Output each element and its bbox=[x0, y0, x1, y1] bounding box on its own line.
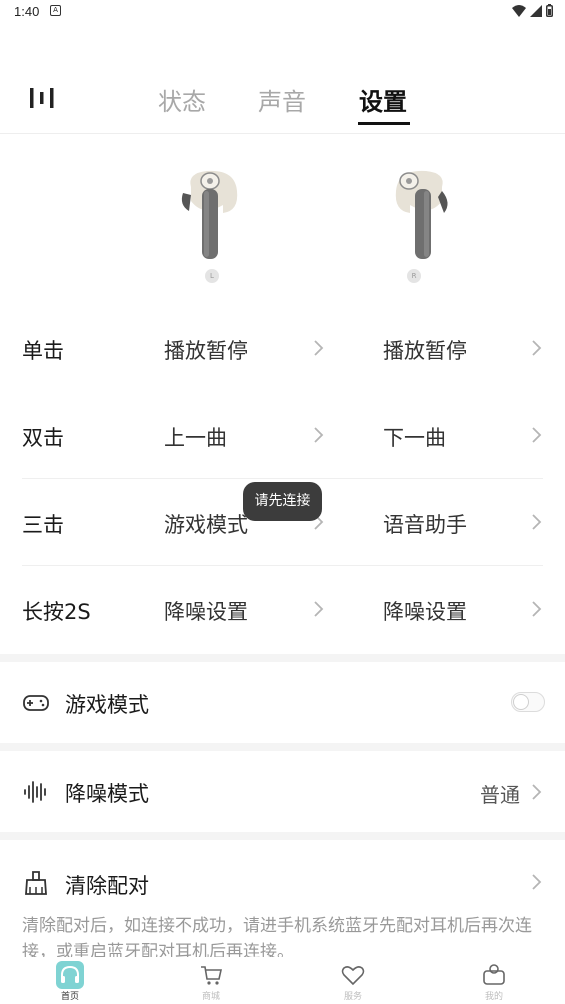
gesture-row-single-tap: 单击 播放暂停 播放暂停 bbox=[0, 305, 565, 392]
chevron-right-icon[interactable] bbox=[312, 339, 324, 357]
right-action-select[interactable]: 语音助手 bbox=[383, 509, 467, 539]
gesture-label: 长按2S bbox=[22, 600, 91, 624]
chevron-right-icon[interactable] bbox=[530, 783, 542, 801]
gesture-row-long-press: 长按2S 降噪设置 降噪设置 bbox=[0, 566, 565, 653]
right-action-select[interactable]: 下一曲 bbox=[383, 422, 446, 452]
profile-icon bbox=[483, 964, 505, 985]
status-time: 1:40 bbox=[14, 4, 40, 19]
nav-label: 商城 bbox=[201, 992, 220, 1002]
cart-icon bbox=[201, 966, 222, 985]
game-mode-label: 游戏模式 bbox=[65, 693, 149, 717]
tab-settings[interactable]: 设置 bbox=[359, 82, 407, 117]
nav-label: 首页 bbox=[60, 992, 79, 1002]
chevron-right-icon[interactable] bbox=[530, 339, 542, 357]
status-bar: 1:40 A bbox=[0, 0, 565, 24]
nav-label: 服务 bbox=[343, 992, 362, 1002]
bottom-navigation: 首页 商城 服务 我的 bbox=[0, 957, 565, 1004]
nav-profile[interactable]: 我的 bbox=[454, 957, 534, 1004]
chevron-right-icon[interactable] bbox=[530, 873, 542, 891]
nav-home[interactable]: 首页 bbox=[30, 957, 110, 1004]
active-tab-indicator bbox=[358, 122, 410, 125]
section-separator bbox=[0, 743, 565, 751]
tab-sound[interactable]: 声音 bbox=[258, 82, 306, 117]
left-action-select[interactable]: 上一曲 bbox=[164, 422, 227, 452]
left-action-select[interactable]: 降噪设置 bbox=[164, 596, 248, 626]
left-action-select[interactable]: 播放暂停 bbox=[164, 335, 248, 365]
nav-shop[interactable]: 商城 bbox=[171, 957, 251, 1004]
anc-mode-value[interactable]: 普通 bbox=[480, 779, 520, 808]
clear-pairing-description: 清除配对后，如连接不成功，请进手机系统蓝牙先配对耳机后再次连接，或重启蓝牙配对耳… bbox=[22, 916, 532, 959]
battery-icon bbox=[546, 4, 553, 17]
left-earbud-image bbox=[181, 170, 238, 259]
right-action-select[interactable]: 降噪设置 bbox=[383, 596, 467, 626]
toast-message: 请先连接 bbox=[243, 482, 322, 521]
notification-icon: A bbox=[50, 5, 61, 16]
broom-icon bbox=[25, 871, 47, 895]
anc-mode-label: 降噪模式 bbox=[65, 782, 149, 806]
chevron-right-icon[interactable] bbox=[530, 513, 542, 531]
chevron-right-icon[interactable] bbox=[530, 426, 542, 444]
right-action-select[interactable]: 播放暂停 bbox=[383, 335, 467, 365]
gesture-row-double-tap: 双击 上一曲 下一曲 bbox=[0, 392, 565, 479]
tab-status[interactable]: 状态 bbox=[158, 82, 206, 117]
chevron-right-icon[interactable] bbox=[312, 426, 324, 444]
gesture-label: 三击 bbox=[22, 513, 64, 537]
clear-pairing-label: 清除配对 bbox=[65, 874, 149, 898]
heart-icon bbox=[341, 966, 365, 986]
anc-mode-row[interactable]: 降噪模式 普通 bbox=[0, 751, 565, 832]
section-separator bbox=[0, 832, 565, 840]
gesture-label: 双击 bbox=[22, 426, 64, 450]
gesture-label: 单击 bbox=[22, 339, 64, 363]
clear-pairing-row[interactable]: 清除配对 bbox=[0, 840, 565, 913]
gamepad-icon bbox=[23, 695, 49, 711]
signal-icon bbox=[530, 4, 542, 17]
nav-service[interactable]: 服务 bbox=[313, 957, 393, 1004]
game-mode-toggle[interactable] bbox=[511, 692, 545, 712]
earbuds-panel: L R bbox=[0, 135, 565, 305]
right-earbud-image bbox=[395, 170, 448, 259]
equalizer-menu-icon[interactable] bbox=[28, 86, 56, 110]
section-separator bbox=[0, 654, 565, 662]
left-earbud-tag: L bbox=[205, 269, 219, 283]
gesture-settings: 单击 播放暂停 播放暂停 双击 上一曲 下一曲 三击 游戏模式 语音助手 长按2… bbox=[0, 305, 565, 653]
chevron-right-icon[interactable] bbox=[530, 600, 542, 618]
right-earbud-tag: R bbox=[407, 269, 421, 283]
sound-wave-icon bbox=[24, 781, 46, 803]
toggle-knob bbox=[513, 694, 529, 710]
left-action-select[interactable]: 游戏模式 bbox=[164, 509, 248, 539]
headphones-home-icon bbox=[56, 961, 84, 989]
nav-label: 我的 bbox=[484, 992, 503, 1002]
status-icons bbox=[512, 4, 553, 17]
wifi-icon bbox=[512, 4, 526, 17]
chevron-right-icon[interactable] bbox=[312, 600, 324, 618]
top-header: 状态 声音 设置 bbox=[0, 62, 565, 134]
game-mode-row[interactable]: 游戏模式 bbox=[0, 662, 565, 743]
